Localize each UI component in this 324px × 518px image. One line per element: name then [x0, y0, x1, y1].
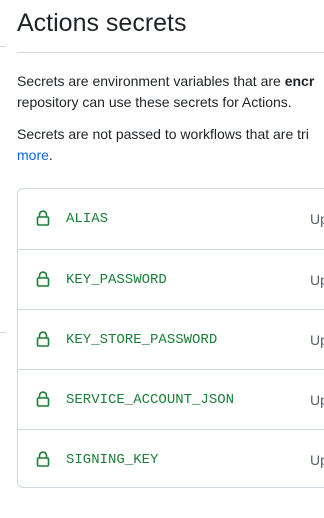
secret-updated-date: Up [310, 211, 324, 227]
secret-updated-date: Up [310, 272, 324, 288]
title-divider [17, 52, 324, 53]
secret-name: ALIAS [66, 211, 109, 227]
sidebar-divider [0, 46, 6, 47]
lock-icon [36, 451, 50, 467]
note-line: Secrets are not passed to workflows that… [17, 126, 309, 142]
secret-name: SERVICE_ACCOUNT_JSON [66, 392, 235, 408]
lock-icon [36, 210, 50, 226]
note-line: more. [17, 145, 53, 166]
settings-secrets-page: Actions secrets Secrets are environment … [0, 0, 324, 518]
secret-row: SIGNING_KEY Up [18, 429, 324, 489]
page-title: Actions secrets [17, 9, 187, 37]
secrets-list: ALIAS Up KEY_PASSWORD Up KEY_STORE_PASSW… [17, 188, 324, 488]
description-line: repository can use these secrets for Act… [17, 94, 292, 110]
secret-updated-date: Up [310, 332, 324, 348]
description-line: Secrets are environment variables that a… [17, 71, 314, 92]
secret-name: KEY_PASSWORD [66, 272, 167, 288]
learn-more-link[interactable]: more [17, 147, 49, 163]
secret-updated-date: Up [310, 392, 324, 408]
secret-row: KEY_PASSWORD Up [18, 249, 324, 309]
secret-name: SIGNING_KEY [66, 452, 159, 468]
description-bold-text: encr [284, 73, 315, 89]
lock-icon [36, 391, 50, 407]
note-period: . [48, 147, 53, 163]
secret-row: KEY_STORE_PASSWORD Up [18, 309, 324, 369]
secret-name: KEY_STORE_PASSWORD [66, 332, 218, 348]
sidebar-divider [0, 332, 6, 333]
secret-updated-date: Up [310, 452, 324, 468]
secret-row: SERVICE_ACCOUNT_JSON Up [18, 369, 324, 429]
lock-icon [36, 331, 50, 347]
description-text: Secrets are environment variables that a… [17, 73, 285, 89]
lock-icon [36, 271, 50, 287]
secret-row: ALIAS Up [18, 189, 324, 249]
